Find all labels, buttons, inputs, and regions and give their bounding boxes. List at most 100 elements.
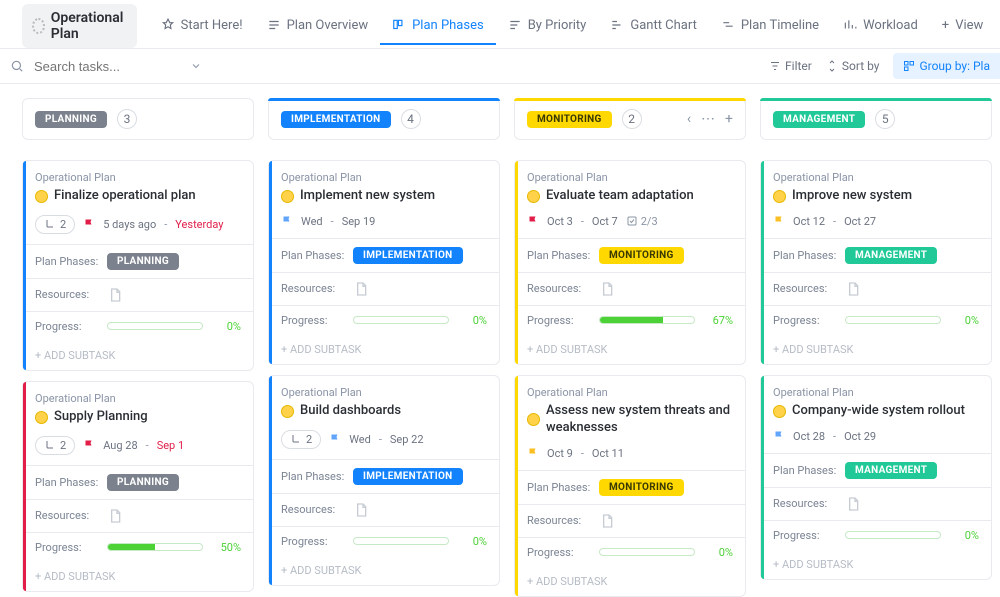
field-label: Progress: bbox=[35, 320, 99, 333]
tab-plan-timeline[interactable]: Plan Timeline bbox=[709, 8, 831, 45]
add-subtask-button[interactable]: + ADD SUBTASK bbox=[761, 335, 991, 364]
field-label: Progress: bbox=[773, 314, 837, 327]
more-icon[interactable]: ⋯ bbox=[701, 111, 715, 127]
progress-value: 0% bbox=[211, 320, 241, 333]
sort-button[interactable]: Sort by bbox=[826, 59, 880, 73]
add-subtask-button[interactable]: + ADD SUBTASK bbox=[269, 556, 499, 585]
phase-tag[interactable]: PLANNING bbox=[107, 474, 179, 491]
menu-icon[interactable] bbox=[8, 16, 16, 36]
flag-icon[interactable] bbox=[773, 215, 785, 227]
chevron-down-icon[interactable] bbox=[190, 60, 202, 72]
phase-tag[interactable]: PLANNING bbox=[107, 253, 179, 270]
breadcrumb: Operational Plan bbox=[35, 392, 241, 405]
column-header-management[interactable]: MANAGEMENT 5 bbox=[760, 98, 992, 140]
group-by-button[interactable]: Group by: Pla bbox=[893, 53, 1000, 79]
tab-add-view[interactable]: + View bbox=[930, 8, 996, 45]
flag-icon[interactable] bbox=[83, 218, 95, 230]
progress-value: 0% bbox=[703, 546, 733, 559]
due-date: Oct 11 bbox=[592, 447, 624, 460]
add-subtask-button[interactable]: + ADD SUBTASK bbox=[23, 562, 253, 591]
task-card[interactable]: Operational Plan Evaluate team adaptatio… bbox=[514, 160, 746, 365]
task-card[interactable]: Operational Plan Build dashboards 2 Wed … bbox=[268, 375, 500, 586]
progress-bar[interactable] bbox=[845, 316, 941, 324]
add-subtask-button[interactable]: + ADD SUBTASK bbox=[515, 335, 745, 364]
subtask-count[interactable]: 2 bbox=[281, 430, 321, 449]
field-label: Resources: bbox=[527, 514, 591, 527]
column-header-monitoring[interactable]: MONITORING 2 ‹ ⋯ + bbox=[514, 98, 746, 140]
progress-bar[interactable] bbox=[599, 316, 695, 324]
field-label: Plan Phases: bbox=[35, 255, 99, 268]
field-label: Resources: bbox=[281, 282, 345, 295]
document-icon[interactable] bbox=[845, 496, 861, 512]
flag-icon[interactable] bbox=[83, 439, 95, 451]
tab-by-priority[interactable]: By Priority bbox=[496, 8, 599, 45]
status-dot-icon[interactable] bbox=[527, 190, 540, 203]
phase-tag[interactable]: MANAGEMENT bbox=[845, 247, 937, 264]
plus-icon: + bbox=[942, 18, 949, 33]
progress-bar[interactable] bbox=[599, 548, 695, 556]
field-label: Plan Phases: bbox=[281, 470, 345, 483]
add-subtask-button[interactable]: + ADD SUBTASK bbox=[761, 550, 991, 579]
status-dot-icon[interactable] bbox=[527, 413, 540, 426]
column-header-implementation[interactable]: IMPLEMENTATION 4 bbox=[268, 98, 500, 140]
phase-tag[interactable]: IMPLEMENTATION bbox=[353, 468, 463, 485]
phase-tag[interactable]: MONITORING bbox=[599, 247, 684, 264]
task-card[interactable]: Operational Plan Implement new system We… bbox=[268, 160, 500, 365]
flag-icon[interactable] bbox=[527, 215, 539, 227]
add-subtask-button[interactable]: + ADD SUBTASK bbox=[23, 341, 253, 370]
field-label: Progress: bbox=[527, 314, 591, 327]
field-label: Plan Phases: bbox=[35, 476, 99, 489]
group-icon bbox=[903, 60, 915, 72]
phase-tag[interactable]: MONITORING bbox=[599, 479, 684, 496]
tab-label: Workload bbox=[863, 18, 918, 33]
add-subtask-button[interactable]: + ADD SUBTASK bbox=[515, 567, 745, 596]
progress-bar[interactable] bbox=[107, 543, 203, 551]
tab-gantt-chart[interactable]: Gantt Chart bbox=[598, 8, 709, 45]
flag-icon[interactable] bbox=[281, 215, 293, 227]
column-header-planning[interactable]: PLANNING 3 bbox=[22, 98, 254, 140]
add-icon[interactable]: + bbox=[725, 111, 733, 127]
task-card[interactable]: Operational Plan Improve new system Oct … bbox=[760, 160, 992, 365]
filter-button[interactable]: Filter bbox=[769, 59, 812, 73]
phase-tag[interactable]: IMPLEMENTATION bbox=[353, 247, 463, 264]
search-input[interactable] bbox=[32, 58, 182, 75]
task-card[interactable]: Operational Plan Assess new system threa… bbox=[514, 375, 746, 597]
tab-workload[interactable]: Workload bbox=[831, 8, 930, 45]
add-subtask-button[interactable]: + ADD SUBTASK bbox=[269, 335, 499, 364]
document-icon[interactable] bbox=[599, 513, 615, 529]
progress-bar[interactable] bbox=[107, 322, 203, 330]
collapse-icon[interactable]: ‹ bbox=[687, 111, 691, 127]
status-dot-icon[interactable] bbox=[281, 190, 294, 203]
phase-tag[interactable]: MANAGEMENT bbox=[845, 462, 937, 479]
subtask-count[interactable]: 2 bbox=[35, 215, 75, 234]
status-dot-icon[interactable] bbox=[35, 411, 48, 424]
tab-start-here[interactable]: Start Here! bbox=[149, 8, 255, 45]
flag-icon[interactable] bbox=[329, 433, 341, 445]
task-card[interactable]: Operational Plan Company-wide system rol… bbox=[760, 375, 992, 580]
tab-label: Gantt Chart bbox=[630, 18, 697, 33]
subtask-count[interactable]: 2 bbox=[35, 436, 75, 455]
document-icon[interactable] bbox=[107, 287, 123, 303]
status-dot-icon[interactable] bbox=[773, 190, 786, 203]
status-dot-icon[interactable] bbox=[281, 405, 294, 418]
tab-plan-overview[interactable]: Plan Overview bbox=[255, 8, 381, 45]
progress-bar[interactable] bbox=[353, 537, 449, 545]
status-dot-icon[interactable] bbox=[773, 405, 786, 418]
task-card[interactable]: Operational Plan Supply Planning 2 Aug 2… bbox=[22, 381, 254, 592]
document-icon[interactable] bbox=[353, 502, 369, 518]
document-icon[interactable] bbox=[845, 281, 861, 297]
tab-plan-phases[interactable]: Plan Phases bbox=[380, 8, 496, 45]
status-dot-icon[interactable] bbox=[35, 190, 48, 203]
document-icon[interactable] bbox=[599, 281, 615, 297]
field-label: Progress: bbox=[773, 529, 837, 542]
document-icon[interactable] bbox=[107, 508, 123, 524]
progress-bar[interactable] bbox=[353, 316, 449, 324]
document-icon[interactable] bbox=[353, 281, 369, 297]
flag-icon[interactable] bbox=[773, 430, 785, 442]
progress-bar[interactable] bbox=[845, 531, 941, 539]
progress-value: 67% bbox=[703, 314, 733, 327]
breadcrumb: Operational Plan bbox=[35, 171, 241, 184]
flag-icon[interactable] bbox=[527, 447, 539, 459]
task-card[interactable]: Operational Plan Finalize operational pl… bbox=[22, 160, 254, 371]
plan-chip[interactable]: Operational Plan bbox=[22, 4, 137, 48]
